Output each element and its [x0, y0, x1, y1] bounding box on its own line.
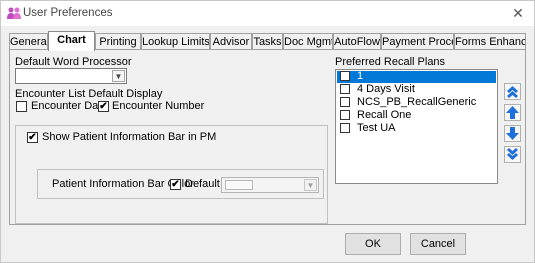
recall-plans-label: Preferred Recall Plans [335, 56, 446, 68]
recall-plan-label: Recall One [357, 109, 412, 121]
title-bar: User Preferences ✕ [1, 1, 534, 26]
tab-lookup-limits[interactable]: Lookup Limits [141, 33, 210, 50]
window-title: User Preferences [23, 7, 113, 19]
double-up-arrow-icon [507, 86, 518, 98]
recall-plan-label: Test UA [357, 122, 396, 134]
encounter-date-checkbox[interactable] [16, 101, 27, 112]
tab-doc-mgmt[interactable]: Doc Mgmt [283, 33, 333, 50]
tab-general[interactable]: General [9, 33, 48, 50]
info-bar-color-group: Patient Information Bar Color ✔ Default … [37, 169, 324, 199]
patient-info-bar-group: ✔ Show Patient Information Bar in PM Pat… [15, 125, 328, 224]
encounter-display-label: Encounter List Default Display [15, 88, 163, 100]
move-to-bottom-button[interactable] [504, 146, 521, 163]
cancel-button[interactable]: Cancel [410, 233, 466, 255]
chart-tab-panel: Default Word Processor ▼ Encounter List … [9, 49, 526, 225]
list-item[interactable]: Test UA [337, 122, 496, 135]
tab-chart[interactable]: Chart [48, 31, 95, 51]
users-icon [7, 7, 21, 19]
recall-plan-checkbox[interactable] [340, 123, 350, 133]
default-color-checkbox[interactable]: ✔ [170, 179, 181, 190]
move-down-button[interactable] [504, 125, 521, 142]
encounter-date-label: Encounter Date [31, 100, 108, 112]
color-select[interactable]: ▼ [221, 177, 319, 193]
move-to-top-button[interactable] [504, 83, 521, 100]
recall-plan-checkbox[interactable] [340, 84, 350, 94]
chevron-down-icon[interactable]: ▼ [112, 70, 125, 82]
user-preferences-window: User Preferences ✕ General Chart Printin… [0, 0, 535, 263]
list-item[interactable]: 4 Days Visit [337, 83, 496, 96]
recall-plan-label: NCS_PB_RecallGeneric [357, 96, 477, 108]
list-item[interactable]: Recall One [337, 109, 496, 122]
show-patient-info-checkbox[interactable]: ✔ [27, 132, 38, 143]
down-arrow-icon [506, 127, 519, 140]
tab-tasks[interactable]: Tasks [252, 33, 283, 50]
encounter-number-checkbox[interactable]: ✔ [98, 101, 109, 112]
recall-plan-checkbox[interactable] [340, 110, 350, 120]
list-item[interactable]: 1 [337, 70, 496, 83]
tab-printing[interactable]: Printing [95, 33, 141, 50]
close-icon[interactable]: ✕ [510, 5, 526, 21]
recall-plan-checkbox[interactable] [340, 97, 350, 107]
recall-plan-label: 4 Days Visit [357, 83, 415, 95]
tab-payment-processing[interactable]: Payment Proce... [381, 33, 454, 50]
recall-plan-label: 1 [357, 70, 364, 82]
list-item[interactable]: NCS_PB_RecallGeneric [337, 96, 496, 109]
ok-button[interactable]: OK [345, 233, 401, 255]
up-arrow-icon [506, 106, 519, 119]
word-processor-select[interactable]: ▼ [15, 68, 127, 84]
default-color-label: Default [185, 178, 220, 190]
tab-strip: General Chart Printing Lookup Limits Adv… [9, 31, 526, 51]
color-swatch [225, 180, 253, 190]
show-patient-info-label: Show Patient Information Bar in PM [42, 131, 217, 143]
recall-plans-list[interactable]: 1 4 Days Visit NCS_PB_RecallGeneric Reca… [335, 69, 498, 184]
encounter-number-label: Encounter Number [112, 100, 205, 112]
tab-advisor[interactable]: Advisor [210, 33, 252, 50]
word-processor-label: Default Word Processor [15, 56, 132, 68]
chevron-down-icon[interactable]: ▼ [304, 179, 317, 191]
double-down-arrow-icon [507, 148, 518, 160]
tab-forms-enhancements[interactable]: Forms Enhanc... [454, 33, 526, 50]
tab-autoflow[interactable]: AutoFlow [333, 33, 381, 50]
recall-plan-checkbox[interactable] [340, 71, 350, 81]
move-up-button[interactable] [504, 104, 521, 121]
